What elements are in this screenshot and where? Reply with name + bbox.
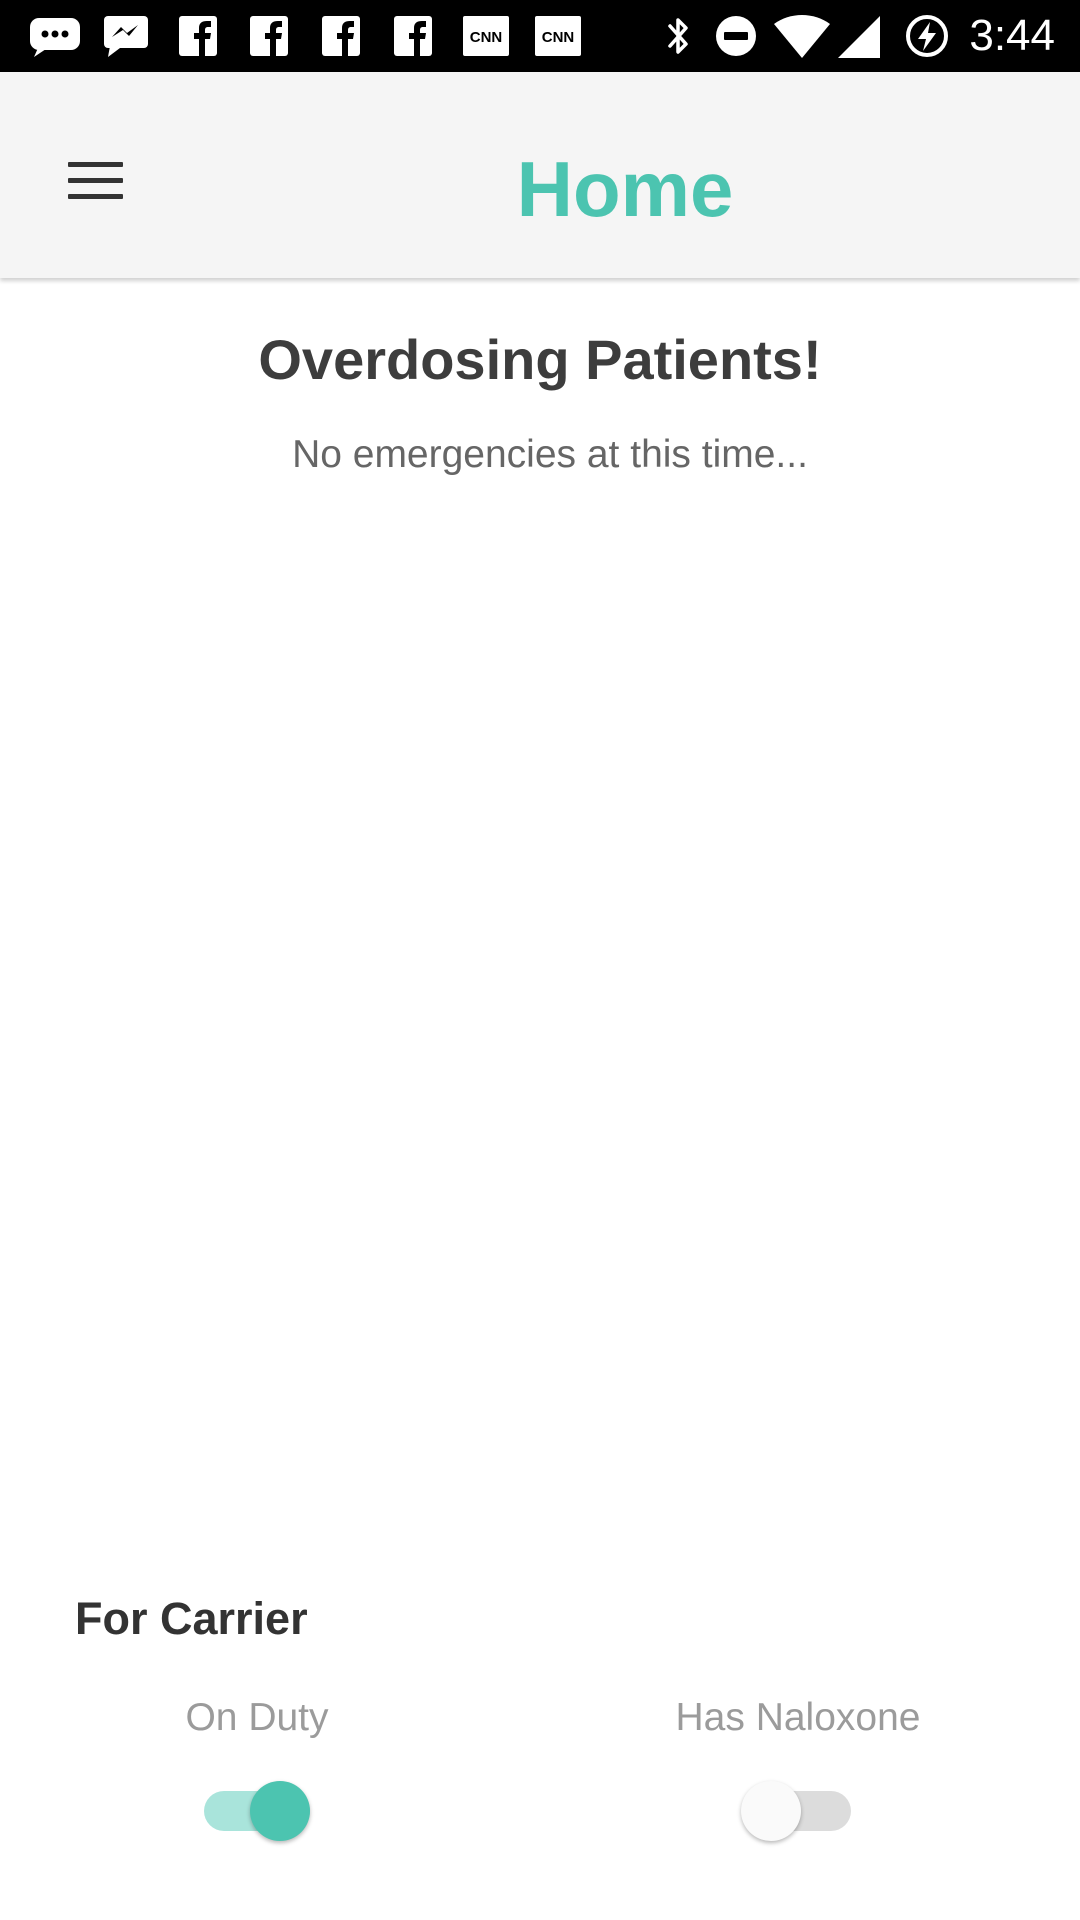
facebook-icon [250, 16, 288, 56]
status-bar: CNN CNN 3:44 [0, 0, 1080, 72]
switch-thumb [250, 1781, 310, 1841]
bluetooth-icon [668, 18, 688, 54]
status-time: 3:44 [969, 11, 1055, 60]
on-duty-switch[interactable] [200, 1779, 314, 1843]
cnn-icon: CNN [535, 16, 581, 56]
do-not-disturb-icon [716, 16, 756, 56]
facebook-icon [394, 16, 432, 56]
on-duty-label: On Duty [185, 1696, 329, 1739]
app-bar: Home [0, 72, 1080, 278]
svg-text:CNN: CNN [470, 29, 503, 46]
has-naloxone-switch[interactable] [741, 1779, 855, 1843]
switch-thumb [741, 1781, 801, 1841]
empty-state-message: No emergencies at this time... [292, 433, 808, 476]
carrier-section-title: For Carrier [75, 1593, 308, 1644]
facebook-icon [179, 16, 217, 56]
svg-text:CNN: CNN [542, 29, 575, 46]
cnn-icon: CNN [463, 16, 509, 56]
battery-charging-icon [906, 15, 948, 57]
page-title: Home [516, 145, 734, 233]
messenger-icon [104, 16, 148, 57]
has-naloxone-toggle-group: Has Naloxone [618, 1693, 978, 1843]
messages-icon [30, 18, 80, 57]
wifi-icon [774, 15, 830, 58]
signal-icon [838, 16, 880, 58]
has-naloxone-label: Has Naloxone [675, 1696, 921, 1739]
overdosing-patients-heading: Overdosing Patients! [258, 328, 822, 391]
facebook-icon [322, 16, 360, 56]
on-duty-toggle-group: On Duty [77, 1693, 437, 1843]
